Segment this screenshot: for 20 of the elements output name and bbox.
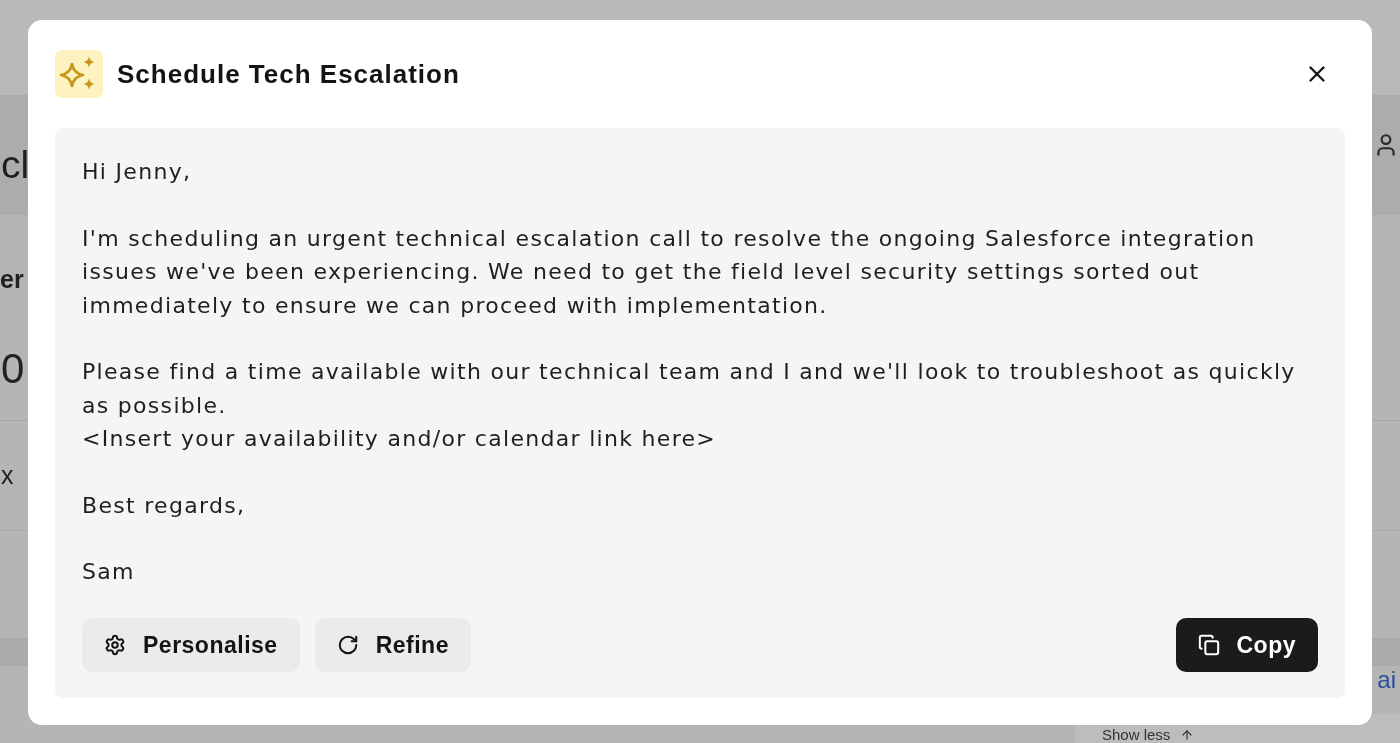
message-text: I'm scheduling an urgent technical escalation call to resolve the ongoing Salesforce integration issues we've been experiencing. We need to get the field level security settings sorted out immediately to ensure we can proceed with implementation. [82,224,1257,320]
section-label: er [0,267,24,292]
message-text: Best regards, [82,491,247,520]
secondary-button[interactable]: Personalise [82,618,300,672]
message-text: Sam [82,558,136,586]
page-heading: cl [1,145,30,184]
page-link[interactable]: ai [1377,668,1396,692]
message-text: <Insert your availability and/or calendar link here> [82,425,718,453]
copy-icon [1197,634,1220,656]
sparkle-icon [55,50,103,98]
row-text: x [1,463,14,488]
refresh-icon [336,634,359,656]
stat-value: 0 [1,348,25,390]
show-less-button[interactable]: Show less [1102,726,1195,743]
message-text: Please find a time available with our technical team and I and we'll look to troubleshoot as quickly as possible. [82,358,1297,420]
secondary-button[interactable]: Refine [314,618,471,672]
dialog-title: Schedule Tech Escalation [117,57,460,91]
gear-icon [104,634,126,656]
primary-button[interactable]: Copy [1175,618,1318,672]
message-text: Hi Jenny, [82,158,193,186]
